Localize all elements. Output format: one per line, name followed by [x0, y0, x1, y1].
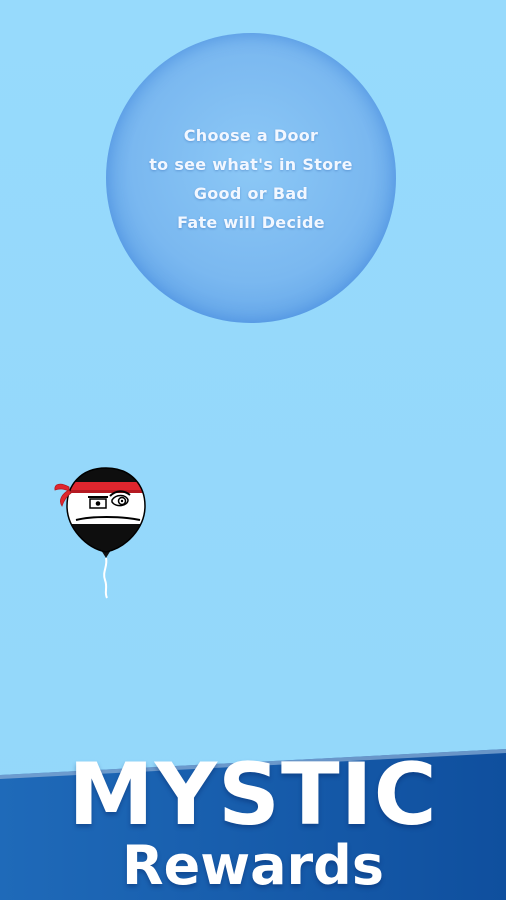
- bubble-line-1: Choose a Door: [183, 126, 319, 145]
- balloon-string: [103, 557, 108, 599]
- banner-subtitle: Rewards: [122, 834, 384, 897]
- bubble-line-3: Good or Bad: [193, 184, 309, 203]
- info-bubble[interactable]: Choose a Door to see what's in Store Goo…: [106, 33, 396, 323]
- game-stage[interactable]: Choose a Door to see what's in Store Goo…: [0, 0, 506, 900]
- bubble-message: Choose a Door to see what's in Store Goo…: [106, 121, 396, 237]
- bubble-line-4: Fate will Decide: [177, 213, 325, 232]
- bubble-line-2: to see what's in Store: [149, 155, 353, 174]
- banner-title: MYSTIC: [68, 745, 438, 845]
- headband-tail: [54, 483, 70, 492]
- ninja-balloon-icon[interactable]: [52, 462, 152, 602]
